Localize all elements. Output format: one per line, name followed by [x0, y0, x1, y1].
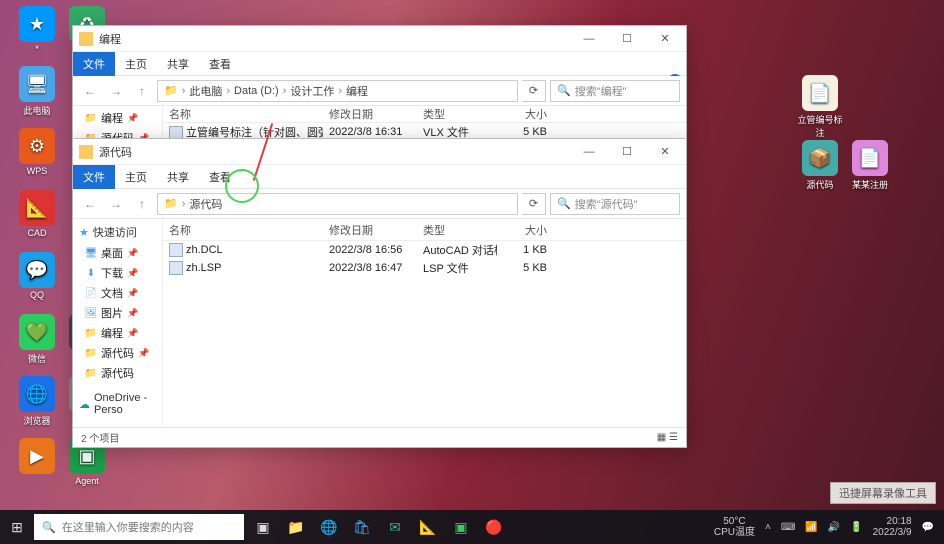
desktop-icon[interactable]: 📄立管编号标注	[795, 75, 845, 139]
desktop-icon[interactable]: ★*	[12, 6, 62, 54]
desktop-icon[interactable]: 📦源代码	[795, 140, 845, 191]
desktop-icon[interactable]: 📐CAD	[12, 190, 62, 238]
edge-icon[interactable]: 🌐	[314, 512, 344, 542]
app-icon[interactable]: 🔴	[479, 512, 509, 542]
sidebar-item[interactable]: 📁编程📌	[73, 323, 162, 343]
sidebar-item-desktop[interactable]: 🖥桌面📌	[73, 243, 162, 263]
sidebar: 📁编程📌 📁源代码📌 📁编程	[73, 106, 163, 139]
chevron-up-icon[interactable]: ˄	[765, 522, 771, 533]
maximize-button[interactable]: ☐	[612, 143, 642, 161]
onedrive[interactable]: ☁OneDrive - Perso	[73, 389, 162, 419]
file-row[interactable]: zh.LSP2022/3/8 16:47LSP 文件5 KB	[163, 259, 686, 277]
tab-share[interactable]: 共享	[157, 165, 199, 189]
tab-home[interactable]: 主页	[115, 165, 157, 189]
address-bar: ← → ↑ 📁 ›此电脑 ›Data (D:) ›设计工作 ›编程 ⟳ 🔍搜索"…	[73, 76, 686, 106]
start-button[interactable]: ⊞	[0, 510, 34, 544]
sidebar-item[interactable]: 📁编程📌	[73, 108, 162, 128]
ribbon: 文件 主页 共享 查看 ?	[73, 52, 686, 76]
column-headers[interactable]: 名称 修改日期 类型 大小	[163, 106, 686, 123]
desktop-icon[interactable]: 💬QQ	[12, 252, 62, 300]
refresh-button[interactable]: ⟳	[522, 193, 546, 215]
file-row[interactable]: zh.DCL2022/3/8 16:56AutoCAD 对话框...1 KB	[163, 241, 686, 259]
tab-view[interactable]: 查看	[199, 165, 241, 189]
sidebar-item[interactable]: 📁源代码	[73, 363, 162, 383]
wifi-icon[interactable]: 📶	[805, 522, 817, 533]
clock[interactable]: 20:182022/3/9	[873, 516, 912, 538]
file-icon	[169, 261, 183, 275]
minimize-button[interactable]: —	[574, 143, 604, 161]
nav-up[interactable]: ↑	[131, 193, 153, 215]
app-icon[interactable]: 📐	[413, 512, 443, 542]
input-icon[interactable]: ⌨	[781, 522, 795, 533]
store-icon[interactable]: 🛍	[347, 512, 377, 542]
search-icon: 🔍	[557, 197, 571, 210]
file-icon	[169, 243, 183, 257]
sidebar: ★快速访问 🖥桌面📌 ⬇下载📌 📄文档📌 🖼图片📌 📁编程📌 📁源代码📌 📁源代…	[73, 219, 163, 447]
breadcrumb[interactable]: 📁 ›源代码	[157, 193, 518, 215]
close-button[interactable]: ✕	[650, 143, 680, 161]
file-list: 名称 修改日期 类型 大小 zh.DCL2022/3/8 16:56AutoCA…	[163, 219, 686, 447]
window-title: 编程	[99, 31, 574, 47]
refresh-button[interactable]: ⟳	[522, 80, 546, 102]
item-count: 2 个项目	[81, 430, 119, 445]
address-bar: ← → ↑ 📁 ›源代码 ⟳ 🔍搜索"源代码"	[73, 189, 686, 219]
sidebar-item-pictures[interactable]: 🖼图片📌	[73, 303, 162, 323]
desktop-icon[interactable]: 📄某某注册	[845, 140, 895, 191]
taskbar: ⊞ 🔍在这里输入你要搜索的内容 ▣ 📁 🌐 🛍 ✉ 📐 ▣ 🔴 50°CCPU温…	[0, 510, 944, 544]
app-icon[interactable]: ▣	[446, 512, 476, 542]
ribbon: 文件 主页 共享 查看	[73, 165, 686, 189]
nav-fwd[interactable]: →	[105, 193, 127, 215]
search-icon: 🔍	[557, 84, 571, 97]
desktop-icon[interactable]: ▶	[12, 438, 62, 474]
explorer-window-back: 编程 — ☐ ✕ 文件 主页 共享 查看 ? ← → ↑ 📁 ›此电脑 ›Dat…	[72, 25, 687, 140]
nav-back[interactable]: ←	[79, 193, 101, 215]
folder-icon	[79, 32, 93, 46]
tab-file[interactable]: 文件	[73, 165, 115, 189]
explorer-window-front: 源代码 — ☐ ✕ 文件 主页 共享 查看 ← → ↑ 📁 ›源代码 ⟳ 🔍搜索…	[72, 138, 687, 448]
tab-view[interactable]: 查看	[199, 52, 241, 76]
quick-access[interactable]: ★快速访问	[73, 221, 162, 243]
search-input[interactable]: 🔍搜索"源代码"	[550, 193, 680, 215]
desktop-icon[interactable]: 💚微信	[12, 314, 62, 365]
notification-icon[interactable]: 💬	[922, 522, 934, 533]
column-headers[interactable]: 名称 修改日期 类型 大小	[163, 219, 686, 241]
sidebar-item-documents[interactable]: 📄文档📌	[73, 283, 162, 303]
maximize-button[interactable]: ☐	[612, 30, 642, 48]
search-input[interactable]: 🔍搜索"编程"	[550, 80, 680, 102]
nav-fwd[interactable]: →	[105, 80, 127, 102]
volume-icon[interactable]: 🔊	[828, 522, 840, 533]
titlebar[interactable]: 源代码 — ☐ ✕	[73, 139, 686, 165]
desktop-icon[interactable]: 🌐浏览器	[12, 376, 62, 427]
close-button[interactable]: ✕	[650, 30, 680, 48]
view-toggle[interactable]: ▦ ☰	[657, 432, 678, 443]
nav-up[interactable]: ↑	[131, 80, 153, 102]
minimize-button[interactable]: —	[574, 30, 604, 48]
statusbar: 2 个项目 ▦ ☰	[73, 427, 686, 447]
sidebar-item-downloads[interactable]: ⬇下载📌	[73, 263, 162, 283]
search-icon: 🔍	[42, 521, 56, 534]
task-view-icon[interactable]: ▣	[248, 512, 278, 542]
system-tray[interactable]: 50°CCPU温度 ˄ ⌨ 📶 🔊 🔋 20:182022/3/9 💬	[704, 516, 944, 538]
mail-icon[interactable]: ✉	[380, 512, 410, 542]
nav-back[interactable]: ←	[79, 80, 101, 102]
folder-icon	[79, 145, 93, 159]
desktop-icon[interactable]: ⚙WPS	[12, 128, 62, 176]
file-list: 名称 修改日期 类型 大小 立管编号标注（针对圆、圆弧）.VLX2022/3/8…	[163, 106, 686, 139]
breadcrumb[interactable]: 📁 ›此电脑 ›Data (D:) ›设计工作 ›编程	[157, 80, 518, 102]
taskbar-search[interactable]: 🔍在这里输入你要搜索的内容	[34, 514, 244, 540]
titlebar[interactable]: 编程 — ☐ ✕	[73, 26, 686, 52]
sidebar-item[interactable]: 📁源代码📌	[73, 343, 162, 363]
desktop-icon[interactable]: 🖥此电脑	[12, 66, 62, 117]
watermark: 迅捷屏幕录像工具	[830, 482, 936, 504]
battery-icon[interactable]: 🔋	[850, 522, 862, 533]
window-title: 源代码	[99, 144, 574, 160]
explorer-icon[interactable]: 📁	[281, 512, 311, 542]
tab-home[interactable]: 主页	[115, 52, 157, 76]
tab-file[interactable]: 文件	[73, 52, 115, 76]
tab-share[interactable]: 共享	[157, 52, 199, 76]
